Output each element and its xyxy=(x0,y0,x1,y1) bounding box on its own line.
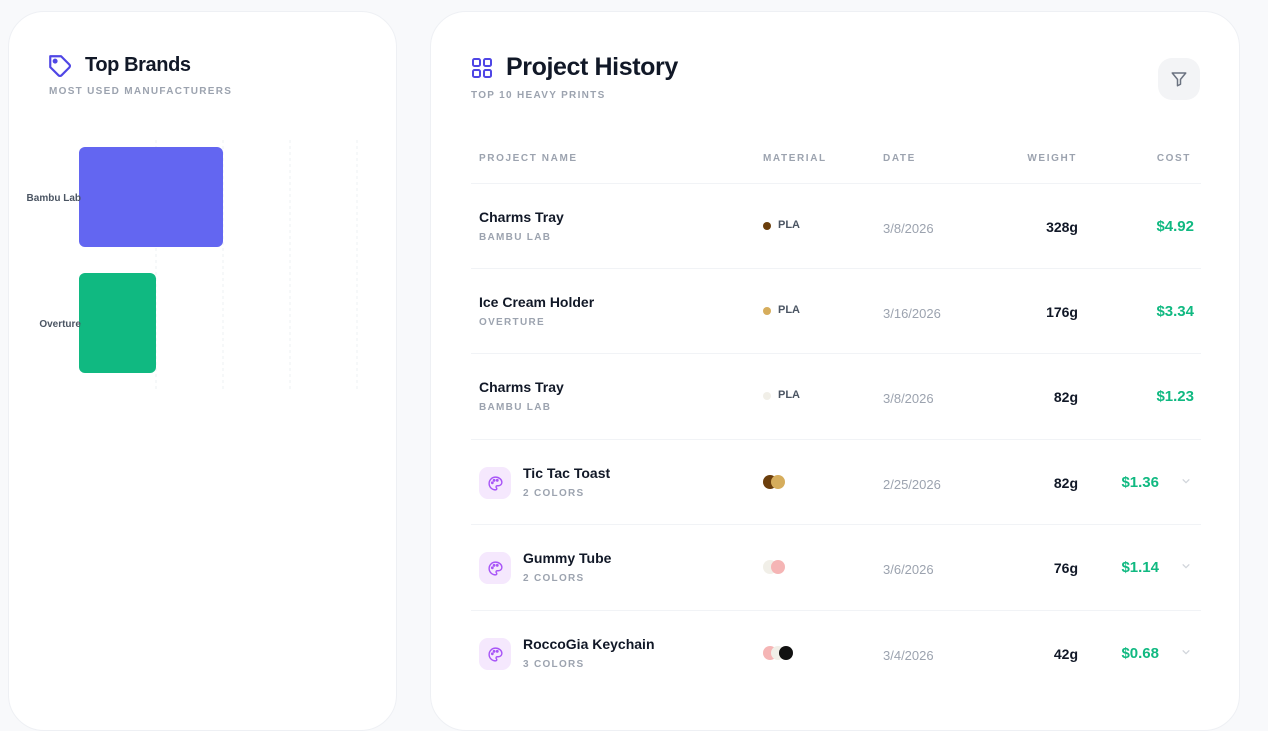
print-weight: 82g xyxy=(1053,389,1078,405)
bar-bambu-lab[interactable] xyxy=(79,147,223,247)
table-row[interactable]: Charms Tray BAMBU LAB PLA 3/8/2026 328g … xyxy=(471,183,1201,268)
print-cost: $1.14 xyxy=(1121,559,1159,576)
project-brand: OVERTURE xyxy=(479,317,545,328)
chevron-down-icon[interactable] xyxy=(1181,561,1191,571)
multicolor-badge xyxy=(479,638,511,670)
multicolor-badge xyxy=(479,467,511,499)
project-name: Charms Tray xyxy=(479,379,564,395)
project-name: Gummy Tube xyxy=(523,550,612,566)
print-weight: 82g xyxy=(1053,475,1078,491)
color-swatch xyxy=(771,475,785,489)
column-header-weight[interactable]: WEIGHT xyxy=(1027,153,1077,164)
chevron-down-icon[interactable] xyxy=(1181,647,1191,657)
print-date: 3/8/2026 xyxy=(883,221,934,236)
color-swatch xyxy=(771,560,785,574)
project-color-count: 2 COLORS xyxy=(523,573,585,584)
print-weight: 76g xyxy=(1053,560,1078,576)
table-row[interactable]: Tic Tac Toast 2 COLORS 2/25/2026 82g $1.… xyxy=(471,439,1201,524)
column-header-cost[interactable]: COST xyxy=(1157,153,1191,164)
filter-button[interactable] xyxy=(1158,58,1200,100)
project-name: Charms Tray xyxy=(479,209,564,225)
print-cost: $4.92 xyxy=(1156,218,1194,235)
project-history-title: Project History xyxy=(506,53,678,81)
print-date: 3/16/2026 xyxy=(883,306,941,321)
brands-bar-chart: Bambu Lab Overture xyxy=(27,140,358,392)
filter-icon xyxy=(1171,72,1187,87)
material-color-dot xyxy=(763,392,771,400)
grid-icon xyxy=(472,58,492,78)
print-weight: 176g xyxy=(1046,304,1078,320)
project-brand: BAMBU LAB xyxy=(479,232,552,243)
column-header-date[interactable]: DATE xyxy=(883,153,916,164)
print-weight: 42g xyxy=(1053,646,1078,662)
print-date: 2/25/2026 xyxy=(883,477,941,492)
color-swatch xyxy=(779,646,793,660)
column-header-material[interactable]: MATERIAL xyxy=(763,153,827,164)
bar-label: Overture xyxy=(39,319,81,330)
bar-overture[interactable] xyxy=(79,273,156,373)
material-type: PLA xyxy=(778,304,800,316)
multicolor-badge xyxy=(479,552,511,584)
bar-label: Bambu Lab xyxy=(27,193,81,204)
project-color-count: 3 COLORS xyxy=(523,659,585,670)
table-row[interactable]: RoccoGia Keychain 3 COLORS 3/4/2026 42g … xyxy=(471,610,1201,695)
print-date: 3/8/2026 xyxy=(883,391,934,406)
column-header-project-name[interactable]: PROJECT NAME xyxy=(479,153,578,164)
print-cost: $1.36 xyxy=(1121,474,1159,491)
print-cost: $0.68 xyxy=(1121,645,1159,662)
table-row[interactable]: Ice Cream Holder OVERTURE PLA 3/16/2026 … xyxy=(471,268,1201,353)
project-name: Ice Cream Holder xyxy=(479,294,595,310)
project-name: RoccoGia Keychain xyxy=(523,636,655,652)
print-cost: $3.34 xyxy=(1156,303,1194,320)
top-brands-title: Top Brands xyxy=(85,54,191,76)
material-color-dot xyxy=(763,307,771,315)
material-type: PLA xyxy=(778,219,800,231)
print-weight: 328g xyxy=(1046,219,1078,235)
material-color-dot xyxy=(763,222,771,230)
project-history-card: Project History TOP 10 HEAVY PRINTS PROJ… xyxy=(430,11,1240,731)
table-row[interactable]: Gummy Tube 2 COLORS 3/6/2026 76g $1.14 xyxy=(471,524,1201,609)
project-name: Tic Tac Toast xyxy=(523,465,611,481)
print-date: 3/6/2026 xyxy=(883,562,934,577)
material-type: PLA xyxy=(778,389,800,401)
palette-icon xyxy=(487,646,503,662)
project-history-subtitle: TOP 10 HEAVY PRINTS xyxy=(471,90,606,101)
table-row[interactable]: Charms Tray BAMBU LAB PLA 3/8/2026 82g $… xyxy=(471,353,1201,438)
top-brands-card: Top Brands MOST USED MANUFACTURERS Bambu… xyxy=(8,11,397,731)
project-brand: BAMBU LAB xyxy=(479,402,552,413)
chevron-down-icon[interactable] xyxy=(1181,476,1191,486)
project-color-count: 2 COLORS xyxy=(523,488,585,499)
palette-icon xyxy=(487,560,503,576)
palette-icon xyxy=(487,475,503,491)
print-date: 3/4/2026 xyxy=(883,648,934,663)
tag-icon xyxy=(49,55,71,77)
print-cost: $1.23 xyxy=(1156,388,1194,405)
top-brands-subtitle: MOST USED MANUFACTURERS xyxy=(49,86,233,97)
